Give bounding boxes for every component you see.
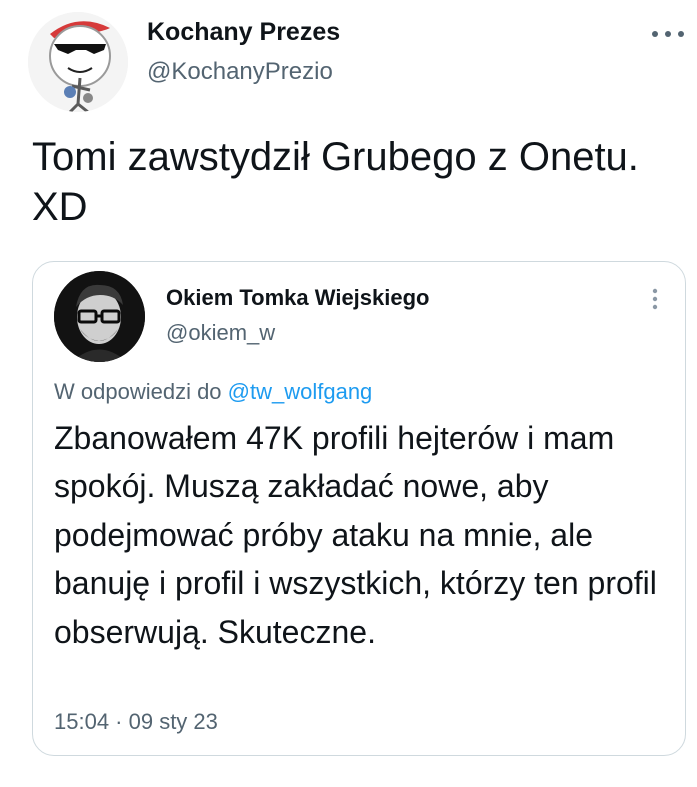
- more-horizontal-icon: [652, 31, 684, 37]
- quoted-tweet[interactable]: Okiem Tomka Wiejskiego @okiem_w W odpowi…: [32, 261, 686, 756]
- author-avatar[interactable]: [28, 12, 128, 112]
- avatar-meme-image: [28, 12, 128, 112]
- tweet-text: Tomi zawstydził Grubego z Onetu. XD: [32, 135, 639, 229]
- author-name[interactable]: Kochany Prezes: [147, 18, 340, 47]
- reply-context: W odpowiedzi do @tw_wolfgang: [54, 379, 372, 405]
- tweet: Kochany Prezes @KochanyPrezio Tomi zawst…: [0, 0, 697, 787]
- quoted-more-options-button[interactable]: [645, 284, 665, 314]
- quoted-timestamp[interactable]: 15:04 · 09 sty 23: [54, 709, 218, 735]
- reply-prefix: W odpowiedzi do: [54, 379, 228, 404]
- reply-to-link[interactable]: @tw_wolfgang: [228, 379, 373, 404]
- quoted-author-avatar[interactable]: [54, 271, 145, 362]
- quoted-tweet-text: Zbanowałem 47K profili hejterów i mam sp…: [54, 420, 657, 650]
- quoted-author-name[interactable]: Okiem Tomka Wiejskiego: [166, 285, 429, 311]
- more-vertical-icon: [652, 288, 658, 310]
- more-options-button[interactable]: [648, 20, 688, 48]
- quoted-author-handle[interactable]: @okiem_w: [166, 320, 275, 346]
- portrait-image: [54, 271, 145, 362]
- author-handle[interactable]: @KochanyPrezio: [147, 58, 333, 86]
